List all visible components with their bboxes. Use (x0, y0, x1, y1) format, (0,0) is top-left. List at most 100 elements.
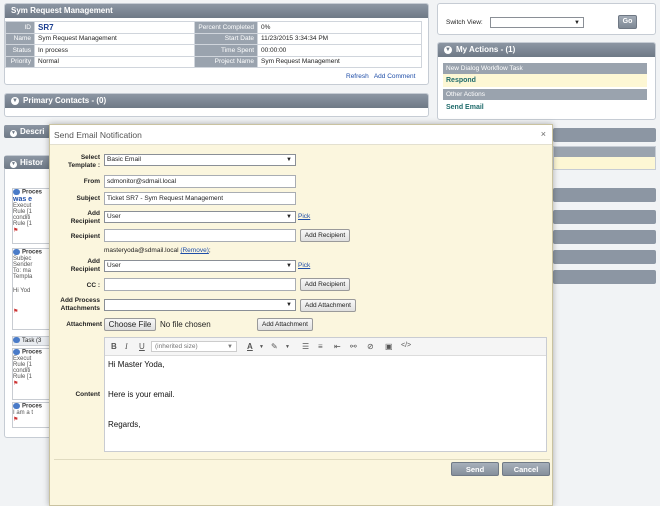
history-item-title: Proces (22, 349, 43, 356)
image-icon[interactable]: ▣ (385, 342, 393, 351)
right-stub (553, 188, 656, 202)
dropdown-arrow-icon: ▼ (574, 20, 580, 26)
content-editor: B I U (inherited size) ▼ A ▼ ✎ ▼ ☰ ≡ ⇤ ⚯… (104, 337, 547, 452)
description-title: Descri (20, 127, 45, 136)
switch-view-label: Switch View: (446, 19, 483, 26)
send-email-link[interactable]: Send Email (443, 101, 647, 114)
from-label: From (83, 178, 100, 185)
outdent-icon[interactable]: ⇤ (334, 342, 341, 351)
dropdown-arrow-icon: ▼ (286, 214, 292, 220)
cc-input[interactable] (104, 278, 296, 291)
dropdown-arrow-icon[interactable]: ▼ (259, 344, 264, 350)
comment-icon (13, 403, 20, 409)
recipient-type-value: User (107, 262, 121, 269)
recipient-type-select-2[interactable]: User ▼ (104, 260, 296, 272)
select-template-label: Select Template : (67, 154, 100, 169)
id-label: ID (5, 21, 35, 34)
priority-value: Normal (34, 55, 195, 68)
comment-icon (13, 249, 20, 255)
editor-toolbar: B I U (inherited size) ▼ A ▼ ✎ ▼ ☰ ≡ ⇤ ⚯… (105, 338, 546, 356)
italic-icon[interactable]: I (125, 342, 128, 351)
name-value: Sym Request Management (34, 32, 195, 45)
history-item: Proces was e Execut Rule [1 conditi Rule… (12, 188, 50, 244)
primary-contacts-title: Primary Contacts - (0) (23, 96, 107, 105)
new-task-header: New Dialog Workflow Task (443, 63, 647, 74)
right-stub (553, 270, 656, 284)
add-comment-link[interactable]: Add Comment (374, 73, 416, 80)
content-line: Here is your email. (108, 390, 175, 399)
pick-link-2[interactable]: Pick (298, 262, 310, 269)
history-item-title: Proces (22, 249, 43, 256)
close-icon[interactable]: × (541, 129, 546, 139)
add-attachment-button-2[interactable]: Add Attachment (257, 318, 313, 331)
recipient-input[interactable] (104, 229, 296, 242)
source-code-icon[interactable]: </> (401, 342, 411, 349)
no-file-text: No file chosen (160, 320, 211, 329)
subject-label: Subject (76, 195, 100, 202)
request-links: Refresh Add Comment (346, 73, 415, 80)
recipient-type-select[interactable]: User ▼ (104, 211, 296, 223)
choose-file-button[interactable]: Choose File (104, 318, 156, 331)
remove-recipient-link[interactable]: (Remove) (180, 247, 209, 254)
right-stub (553, 230, 656, 244)
history-item-sub: was e (13, 195, 33, 203)
add-recipient-button[interactable]: Add Recipient (300, 229, 350, 242)
dialog-footer-divider (54, 459, 550, 460)
from-input[interactable]: sdmonitor@sdmail.local (104, 175, 296, 188)
font-size-value: (inherited size) (155, 343, 198, 350)
other-actions-header: Other Actions (443, 89, 647, 100)
send-button[interactable]: Send (451, 462, 499, 476)
history-item: Proces I am a t ⚑ (12, 402, 50, 428)
template-select[interactable]: Basic Email ▼ (104, 154, 296, 166)
recipient-label: Recipient (70, 233, 100, 240)
font-color-icon[interactable]: A (247, 342, 253, 351)
primary-contacts-panel: ▼ Primary Contacts - (0) (4, 93, 429, 117)
link-icon[interactable]: ⚯ (350, 342, 357, 351)
collapse-icon: ▼ (10, 130, 17, 137)
project-value: Sym Request Management (257, 55, 422, 68)
editor-body[interactable]: Hi Master Yoda, Here is your email. Rega… (105, 356, 546, 434)
history-item-title: Proces (22, 189, 43, 196)
dialog-title: Send Email Notification (50, 125, 552, 145)
primary-contacts-header[interactable]: ▼ Primary Contacts - (0) (5, 94, 428, 108)
percent-value: 0% (257, 21, 422, 34)
collapse-icon: ▼ (11, 96, 19, 105)
right-stub (553, 128, 656, 142)
underline-icon[interactable]: U (139, 342, 145, 351)
switch-view-select[interactable]: ▼ (490, 17, 584, 28)
respond-link[interactable]: Respond (443, 74, 647, 87)
send-email-dialog: Send Email Notification × Select Templat… (49, 124, 553, 506)
font-size-select[interactable]: (inherited size) ▼ (151, 341, 237, 352)
my-actions-header[interactable]: ▼ My Actions - (1) (438, 43, 655, 57)
history-header[interactable]: ▼ Histor (4, 156, 54, 169)
bold-icon[interactable]: B (111, 342, 117, 351)
unlink-icon[interactable]: ⊘ (367, 342, 374, 351)
task-row[interactable]: Task (3 (12, 336, 50, 346)
add-attachment-button[interactable]: Add Attachment (300, 299, 356, 312)
pick-link[interactable]: Pick (298, 213, 310, 220)
add-recipient-button-2[interactable]: Add Recipient (300, 278, 350, 291)
comment-icon (13, 349, 20, 355)
subject-input[interactable]: Ticket SR7 - Sym Request Management (104, 192, 296, 205)
priority-label: Priority (5, 55, 35, 68)
recipient-entry: masteryoda@sdmail.local (Remove); (104, 247, 211, 254)
cc-label: CC : (86, 282, 100, 289)
refresh-link[interactable]: Refresh (346, 73, 369, 80)
task-label: Task (3 (22, 338, 42, 344)
flag-icon: ⚑ (13, 308, 19, 315)
dropdown-arrow-icon[interactable]: ▼ (285, 344, 290, 350)
process-attachments-select[interactable]: ▼ (104, 299, 296, 311)
content-label: Content (75, 391, 100, 398)
cancel-button[interactable]: Cancel (502, 462, 550, 476)
go-button[interactable]: Go (618, 15, 637, 29)
process-attachments-label: Add Process Attachments (60, 297, 100, 312)
bullet-list-icon[interactable]: ☰ (302, 342, 309, 351)
right-stub (553, 250, 656, 264)
highlight-icon[interactable]: ✎ (271, 342, 278, 351)
content-line: Regards, (108, 420, 141, 429)
history-item: Proces Execut Rule [1 conditi Rule [1 ⚑ (12, 348, 50, 400)
numbered-list-icon[interactable]: ≡ (318, 342, 323, 351)
template-value: Basic Email (107, 156, 141, 163)
right-stub (553, 210, 656, 224)
flag-icon: ⚑ (13, 227, 19, 234)
